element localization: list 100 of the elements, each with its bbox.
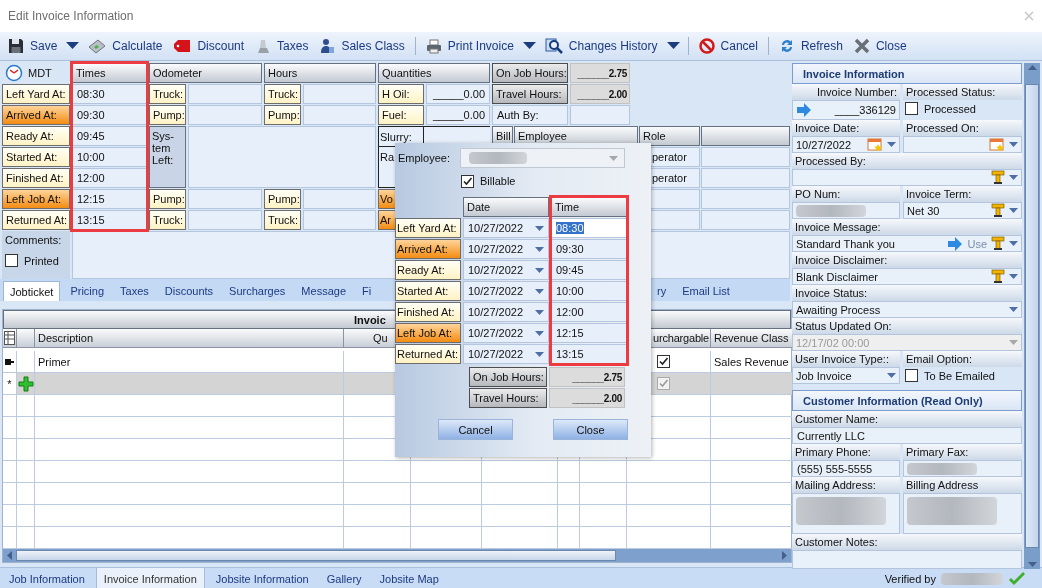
time-field[interactable]: 12:15 — [551, 323, 627, 343]
tab[interactable]: Fi — [356, 281, 378, 301]
time-field[interactable]: 10:00 — [551, 281, 627, 301]
toolbar-button[interactable]: Discount — [169, 35, 249, 57]
vertical-scrollbar[interactable] — [1024, 63, 1040, 569]
arrow-right-icon — [796, 103, 812, 117]
field-label: User Invoice Type:: — [792, 351, 900, 367]
close-icon[interactable] — [1024, 11, 1034, 21]
drill-icon — [991, 236, 1005, 251]
arrow-down-icon[interactable] — [1027, 562, 1037, 567]
toolbar-button[interactable]: Calculate — [84, 35, 167, 57]
date-field[interactable]: 10/27/2022 — [463, 281, 549, 301]
time-field[interactable]: 12:00 — [551, 302, 627, 322]
dropdown-arrow-icon — [1009, 340, 1018, 345]
time-field[interactable]: 09:45 — [551, 260, 627, 280]
row-pointer-icon — [4, 357, 15, 366]
picker-field[interactable] — [792, 169, 1022, 186]
checkbox[interactable] — [905, 369, 918, 382]
tab[interactable]: Taxes — [114, 281, 155, 301]
date-field[interactable]: 10/27/2022 — [463, 260, 549, 280]
field-label: H Oil: — [378, 84, 424, 104]
date-field[interactable]: 10/27/2022 — [463, 239, 549, 259]
picker-field[interactable]: Net 30 — [903, 202, 1022, 219]
tab[interactable]: Message — [295, 281, 352, 301]
caret-icon — [66, 42, 80, 50]
date-field[interactable]: 10/27/2022 — [463, 218, 549, 238]
tab[interactable]: Job Information — [2, 568, 92, 588]
person-icon — [319, 38, 336, 54]
toolbar-button[interactable]: Cancel — [694, 35, 762, 57]
time-cell: 10:00 — [72, 147, 147, 167]
field-label: Primary Fax: — [903, 444, 1022, 460]
redacted-text — [469, 152, 527, 164]
time-label: Left Yard At: — [395, 218, 461, 238]
cancel-button[interactable]: Cancel — [438, 419, 513, 440]
date-field[interactable] — [903, 136, 1022, 153]
field-label: Invoice Term: — [903, 186, 1022, 202]
field-label: Invoice Date: — [792, 120, 900, 136]
toolbar-button[interactable]: Save — [4, 35, 62, 57]
time-label: Arrived At: — [2, 105, 70, 125]
toolbar-button[interactable]: Taxes — [251, 35, 313, 57]
field-value: _____0.00 — [426, 84, 490, 104]
tab[interactable]: Gallery — [319, 568, 369, 588]
window-title: Edit Invoice Information — [8, 9, 135, 23]
toolbar-button[interactable]: Refresh — [774, 35, 847, 57]
field-label: Primary Phone: — [792, 444, 900, 460]
field-label: Travel Hours: — [492, 84, 568, 104]
drill-icon — [991, 203, 1005, 218]
checkbox[interactable] — [905, 102, 918, 115]
tab[interactable]: Jobticket — [3, 281, 61, 301]
field-label: On Job Hours: — [469, 367, 547, 387]
tab[interactable]: Email List — [676, 281, 736, 301]
dropdown-arrow-icon — [1009, 241, 1018, 246]
dropdown-arrow-icon — [535, 330, 544, 336]
dropdown-field[interactable]: Standard Thank you Use — [792, 235, 1022, 252]
time-field[interactable]: 13:15 — [551, 344, 627, 364]
field-label: Processed By: — [792, 153, 1022, 169]
dropdown-field[interactable] — [460, 148, 625, 168]
time-cell: 09:45 — [72, 126, 147, 146]
section-header: Invoice Information — [792, 63, 1022, 84]
date-field[interactable]: 10/27/2022 — [792, 136, 900, 153]
column-header: Description — [35, 329, 344, 348]
time-cell: 08:30 — [72, 84, 147, 104]
checkbox[interactable] — [657, 355, 670, 368]
dropdown-field[interactable]: Awaiting Process — [792, 301, 1022, 318]
time-label: Finished At: — [2, 168, 70, 188]
clock-icon — [5, 64, 23, 82]
dropdown-arrow-icon — [609, 155, 618, 161]
tab[interactable]: Invoice Information — [95, 568, 205, 588]
close-button[interactable]: Close — [553, 419, 628, 440]
tab[interactable]: Surcharges — [223, 281, 292, 301]
drill-icon — [991, 269, 1005, 284]
time-cell: 12:15 — [72, 189, 147, 209]
toolbar-button[interactable]: Sales Class — [315, 35, 409, 57]
toolbar-button[interactable]: Print Invoice — [421, 35, 518, 57]
tab[interactable]: Pricing — [64, 281, 111, 301]
field-label: Truck: — [264, 84, 301, 104]
tab[interactable]: Jobsite Map — [372, 568, 446, 588]
dropdown-field[interactable]: Job Invoice — [792, 367, 900, 384]
field-label: Invoice Disclaimer: — [792, 252, 1022, 268]
document-stack-icon — [255, 38, 272, 54]
search-icon — [544, 38, 563, 54]
time-label: Finished At: — [395, 302, 461, 322]
number-field[interactable]: ____336129 — [792, 100, 900, 120]
checkbox[interactable] — [5, 254, 18, 267]
toolbar-button[interactable]: Changes History — [540, 35, 662, 57]
field-label: Truck: — [149, 84, 186, 104]
date-field[interactable]: 10/27/2022 — [463, 344, 549, 364]
date-field[interactable]: 10/27/2022 — [463, 302, 549, 322]
tab[interactable]: Discounts — [158, 281, 220, 301]
checkbox[interactable] — [461, 174, 474, 188]
toolbar-button[interactable]: Close — [849, 35, 911, 57]
horizontal-scrollbar[interactable] — [3, 549, 791, 562]
time-field[interactable]: 08:30 — [551, 218, 627, 238]
arrow-up-icon[interactable] — [1027, 65, 1037, 70]
tab[interactable]: Jobsite Information — [208, 568, 316, 588]
field-value: ______2.75 — [549, 367, 625, 387]
time-field[interactable]: 09:30 — [551, 239, 627, 259]
date-field[interactable]: 10/27/2022 — [463, 323, 549, 343]
picker-field[interactable]: Blank Disclaimer — [792, 268, 1022, 285]
tab[interactable]: ry — [651, 281, 673, 301]
